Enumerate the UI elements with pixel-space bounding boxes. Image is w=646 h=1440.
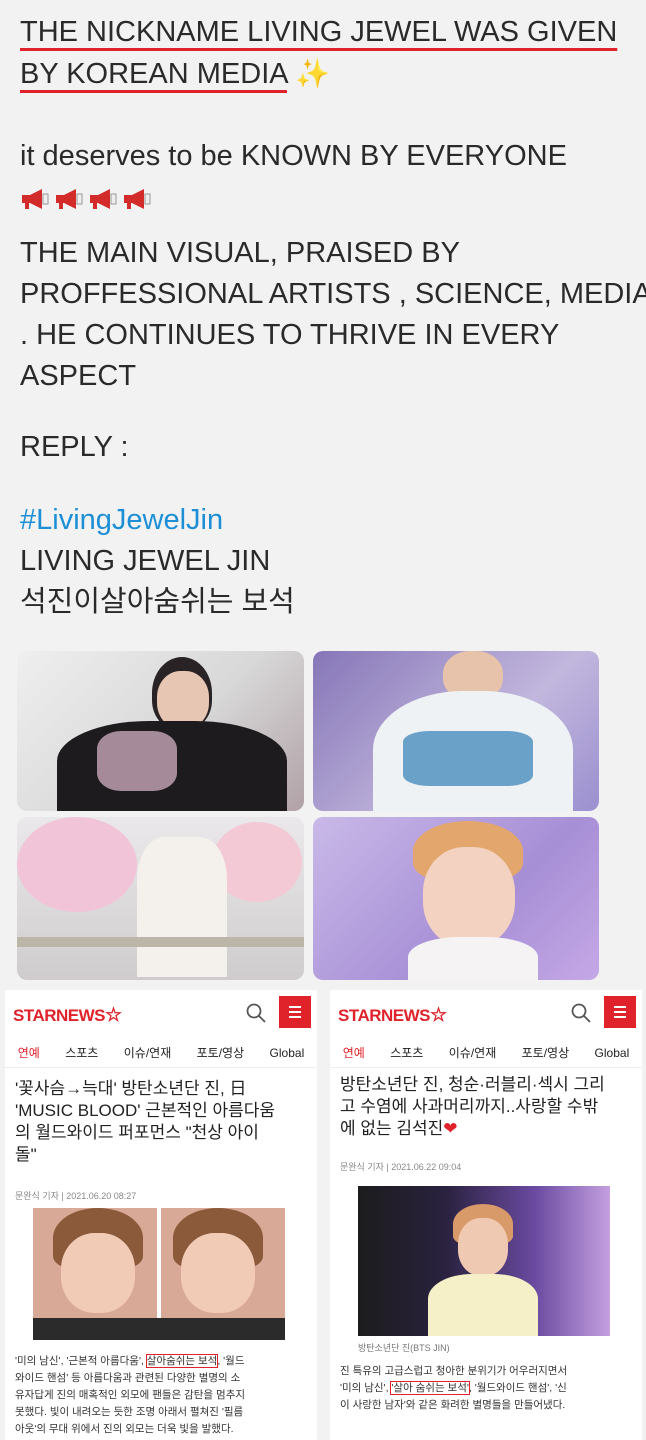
photo-grid	[17, 651, 599, 980]
nav-item-global[interactable]: Global	[270, 1046, 305, 1060]
article-photo	[33, 1208, 285, 1340]
loudspeaker-icon	[90, 189, 117, 209]
tweet-korean-line: 석진이살아숨쉬는 보석	[20, 586, 295, 618]
article-body: '미의 남신', '근본적 아름다움', 살아숨쉬는 보석, '월드 와이드 핸…	[15, 1354, 246, 1435]
article-photo	[358, 1186, 610, 1336]
news-article-1: STARNEWS☆ 연예 스포츠 이슈/연재 포토/영상 Global '꽃사슴…	[5, 990, 317, 1440]
loudspeaker-icon	[22, 189, 49, 209]
tweet-living-jewel: LIVING JEWEL JIN	[20, 545, 271, 577]
megaphone-icons	[20, 179, 635, 219]
photo-4[interactable]	[313, 817, 599, 980]
article-headline: '꽃사슴→늑대' 방탄소년단 진, 日 'MUSIC BLOOD' 근본적인 아…	[15, 1079, 276, 1164]
menu-icon[interactable]	[279, 996, 311, 1028]
search-icon[interactable]	[245, 1002, 267, 1024]
nav-item-sports[interactable]: 스포츠	[65, 1044, 98, 1061]
category-nav: 연예 스포츠 이슈/연재 포토/영상 Global	[5, 1038, 317, 1068]
loudspeaker-icon	[124, 189, 151, 209]
tweet-body-line: ASPECT	[20, 360, 137, 392]
photo-caption: 방탄소년단 진(BTS JIN)	[358, 1343, 450, 1353]
tweet-heading-line2: BY KOREAN MEDIA	[20, 58, 287, 90]
nav-item-global[interactable]: Global	[595, 1046, 630, 1060]
nav-item-sports[interactable]: 스포츠	[390, 1044, 423, 1061]
article-byline: 문완식 기자 | 2021.06.22 09:04	[340, 1162, 462, 1172]
starnews-logo[interactable]: STARNEWS☆	[338, 1004, 447, 1027]
nav-item-entertainment[interactable]: 연예	[343, 1044, 365, 1061]
highlighted-phrase: '살아 숨쉬는 보석'	[390, 1381, 470, 1395]
tweet-heading-line1: THE NICKNAME LIVING JEWEL WAS GIVEN	[20, 16, 618, 48]
starnews-logo[interactable]: STARNEWS☆	[13, 1004, 122, 1027]
photo-2[interactable]	[313, 651, 599, 811]
hashtag-link[interactable]: #LivingJewelJin	[20, 500, 635, 541]
search-icon[interactable]	[570, 1002, 592, 1024]
nav-item-photo-video[interactable]: 포토/영상	[197, 1044, 245, 1061]
tweet-text: THE NICKNAME LIVING JEWEL WAS GIVEN BY K…	[20, 12, 646, 623]
tweet-reply-label: REPLY :	[20, 431, 129, 463]
nav-item-issues[interactable]: 이슈/연재	[449, 1044, 497, 1061]
tweet-body-line: . HE CONTINUES TO THRIVE IN EVERY	[20, 319, 560, 351]
article-headline: 방탄소년단 진, 청순·러블리·섹시 그리 고 수염에 사과머리까지..사랑할 …	[340, 1075, 605, 1138]
category-nav: 연예 스포츠 이슈/연재 포토/영상 Global	[330, 1038, 642, 1068]
photo-3[interactable]	[17, 817, 304, 980]
highlighted-phrase: 살아숨쉬는 보석	[145, 1354, 219, 1368]
nav-item-photo-video[interactable]: 포토/영상	[522, 1044, 570, 1061]
menu-icon[interactable]	[604, 996, 636, 1028]
tweet-deserves-line: it deserves to be KNOWN BY EVERYONE	[20, 140, 567, 172]
nav-item-issues[interactable]: 이슈/연재	[124, 1044, 172, 1061]
tweet-body-line: THE MAIN VISUAL, PRAISED BY	[20, 237, 460, 269]
article-byline: 문완식 기자 | 2021.06.20 08:27	[15, 1191, 137, 1201]
sparkles-icon: ✨	[295, 58, 330, 89]
loudspeaker-icon	[56, 189, 83, 209]
nav-item-entertainment[interactable]: 연예	[18, 1044, 40, 1061]
news-article-2: STARNEWS☆ 연예 스포츠 이슈/연재 포토/영상 Global 방탄소년…	[330, 990, 642, 1440]
tweet-body-line: PROFFESSIONAL ARTISTS , SCIENCE, MEDIA	[20, 278, 646, 310]
heart-icon: ❤	[443, 1119, 458, 1138]
article-body: 진 특유의 고급스럽고 청아한 분위기가 어우러지면서 '미의 남신', '살아…	[340, 1365, 568, 1411]
photo-1[interactable]	[17, 651, 304, 811]
